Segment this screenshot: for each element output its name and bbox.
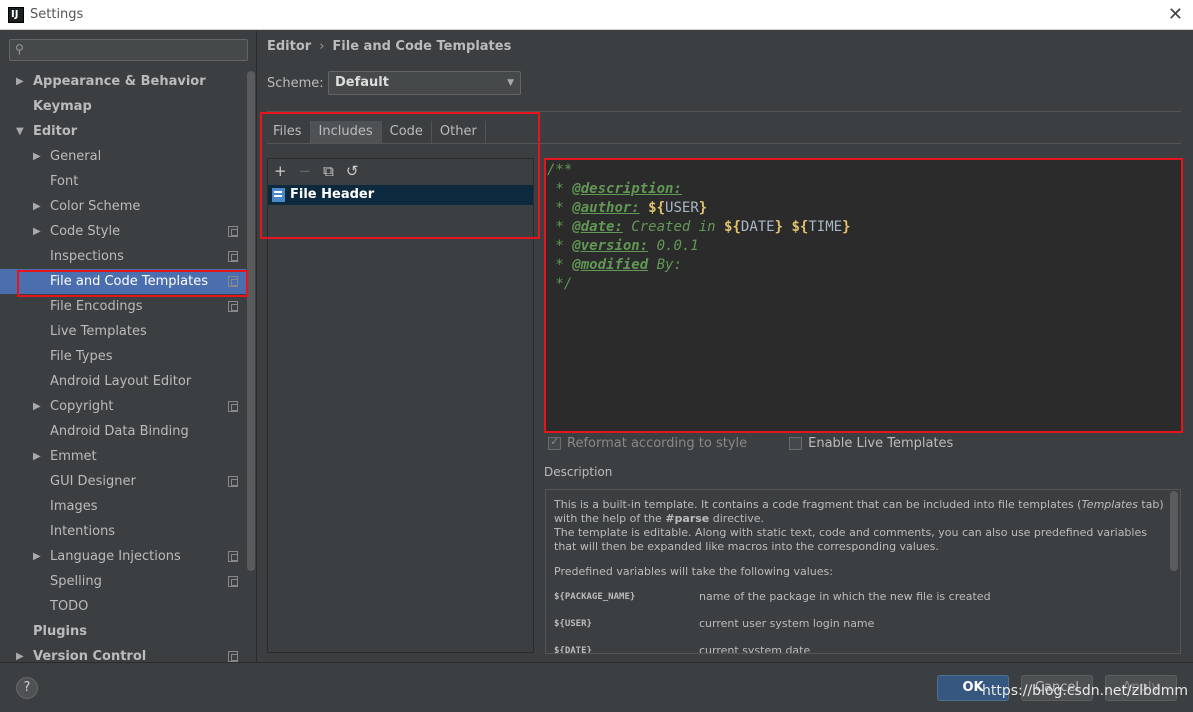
chevron-down-icon[interactable]: ▼ <box>16 119 24 144</box>
sidebar-item-editor[interactable]: ▼ Editor <box>0 119 246 144</box>
sidebar-item-inspections[interactable]: Inspections <box>0 244 246 269</box>
watermark: https://blog.csdn.net/zlbdmm <box>982 683 1189 699</box>
sidebar-item-appearance-behavior[interactable]: ▶ Appearance & Behavior <box>0 69 246 94</box>
sidebar-item-live-templates[interactable]: Live Templates <box>0 319 246 344</box>
sidebar-item-language-injections[interactable]: ▶ Language Injections <box>0 544 246 569</box>
breadcrumb-parent: Editor <box>267 39 312 54</box>
description-paragraph: This is a built-in template. It contains… <box>554 498 1164 553</box>
project-settings-icon <box>228 226 238 237</box>
sidebar-item-todo[interactable]: TODO <box>0 594 246 619</box>
chevron-down-icon: ▼ <box>507 78 514 88</box>
description-label: Description <box>544 465 613 479</box>
sidebar-item-label: Font <box>50 174 79 189</box>
sidebar-scrollbar[interactable] <box>247 71 255 571</box>
project-settings-icon <box>228 651 238 662</box>
sidebar-item-android-layout-editor[interactable]: Android Layout Editor <box>0 369 246 394</box>
sidebar-item-label: Images <box>50 499 98 514</box>
project-settings-icon <box>228 401 238 412</box>
settings-tree: ▶ Appearance & Behavior Keymap ▼ Editor ▶ Gene… <box>0 69 246 669</box>
scheme-dropdown[interactable]: Default ▼ <box>328 71 521 95</box>
sidebar-item-label: File Types <box>50 349 113 364</box>
sidebar-item-label: Inspections <box>50 249 124 264</box>
settings-sidebar: ⚲ ▶ Appearance & Behavior Keymap ▼ Editor ▶ Ge… <box>0 31 257 664</box>
variable-row: ${DATE} current system date <box>554 644 811 654</box>
sidebar-item-color-scheme[interactable]: ▶ Color Scheme <box>0 194 246 219</box>
highlight-box-editor <box>544 158 1183 433</box>
sidebar-item-label: Appearance & Behavior <box>33 74 206 89</box>
intellij-logo-icon: IJ <box>8 6 24 23</box>
search-icon: ⚲ <box>15 42 24 56</box>
sidebar-item-label: TODO <box>50 599 89 614</box>
project-settings-icon <box>228 576 238 587</box>
variable-row: ${PACKAGE_NAME} name of the package in wh… <box>554 590 991 603</box>
description-scrollbar[interactable] <box>1170 491 1178 571</box>
project-settings-icon <box>228 476 238 487</box>
highlight-box-sidebar <box>17 270 248 297</box>
sidebar-item-label: Live Templates <box>50 324 147 339</box>
sidebar-item-label: Android Data Binding <box>50 424 189 439</box>
sidebar-item-label: Color Scheme <box>50 199 141 214</box>
sidebar-item-file-encodings[interactable]: File Encodings <box>0 294 246 319</box>
close-icon[interactable]: ✕ <box>1168 4 1183 25</box>
live-templates-label: Enable Live Templates <box>808 435 954 451</box>
sidebar-item-label: Keymap <box>33 99 92 114</box>
sidebar-item-spelling[interactable]: Spelling <box>0 569 246 594</box>
reformat-label: Reformat according to style <box>567 435 748 451</box>
template-options: Reformat according to style Enable Live … <box>548 433 953 453</box>
sidebar-item-gui-designer[interactable]: GUI Designer <box>0 469 246 494</box>
sidebar-item-label: File Encodings <box>50 299 143 314</box>
sidebar-item-label: Copyright <box>50 399 114 414</box>
sidebar-item-label: Code Style <box>50 224 121 239</box>
sidebar-item-label: Editor <box>33 124 78 139</box>
scheme-label: Scheme: <box>267 76 324 91</box>
sidebar-item-intentions[interactable]: Intentions <box>0 519 246 544</box>
live-templates-checkbox[interactable]: Enable Live Templates <box>789 436 953 451</box>
variable-row: ${USER} current user system login name <box>554 617 875 630</box>
chevron-right-icon[interactable]: ▶ <box>33 394 41 419</box>
description-paragraph: Predefined variables will take the follo… <box>554 565 833 578</box>
sidebar-item-label: General <box>50 149 102 164</box>
sidebar-item-label: Spelling <box>50 574 102 589</box>
scheme-value: Default <box>335 75 389 90</box>
help-button[interactable]: ? <box>16 677 38 699</box>
breadcrumb-current: File and Code Templates <box>332 39 512 54</box>
chevron-right-icon[interactable]: ▶ <box>33 544 41 569</box>
breadcrumb-separator: › <box>319 39 325 54</box>
sidebar-item-emmet[interactable]: ▶ Emmet <box>0 444 246 469</box>
sidebar-item-label: Language Injections <box>50 549 181 564</box>
sidebar-item-images[interactable]: Images <box>0 494 246 519</box>
sidebar-item-label: Plugins <box>33 624 87 639</box>
highlight-box-tabs <box>260 112 540 239</box>
breadcrumb: Editor › File and Code Templates <box>267 39 511 54</box>
sidebar-item-code-style[interactable]: ▶ Code Style <box>0 219 246 244</box>
sidebar-item-android-data-binding[interactable]: Android Data Binding <box>0 419 246 444</box>
sidebar-item-file-types[interactable]: File Types <box>0 344 246 369</box>
sidebar-item-font[interactable]: Font <box>0 169 246 194</box>
project-settings-icon <box>228 251 238 262</box>
chevron-right-icon[interactable]: ▶ <box>16 69 24 94</box>
sidebar-item-label: Emmet <box>50 449 97 464</box>
project-settings-icon <box>228 551 238 562</box>
window-titlebar: IJ Settings ✕ <box>0 0 1193 30</box>
checkbox-checked-icon <box>548 435 561 450</box>
chevron-right-icon[interactable]: ▶ <box>33 219 41 244</box>
project-settings-icon <box>228 301 238 312</box>
description-panel: This is a built-in template. It contains… <box>545 489 1181 654</box>
chevron-right-icon[interactable]: ▶ <box>33 144 41 169</box>
chevron-right-icon[interactable]: ▶ <box>33 194 41 219</box>
sidebar-item-label: GUI Designer <box>50 474 136 489</box>
sidebar-item-copyright[interactable]: ▶ Copyright <box>0 394 246 419</box>
dialog-button-bar: ? OK Cancel Apply https://blog.csdn.net/… <box>0 662 1193 712</box>
sidebar-item-keymap[interactable]: Keymap <box>0 94 246 119</box>
sidebar-item-plugins[interactable]: Plugins <box>0 619 246 644</box>
sidebar-item-label: Intentions <box>50 524 116 539</box>
window-title: Settings <box>30 7 84 22</box>
checkbox-empty-icon <box>789 436 803 450</box>
search-input[interactable]: ⚲ <box>9 39 248 61</box>
reformat-checkbox[interactable]: Reformat according to style <box>548 435 748 451</box>
sidebar-item-general[interactable]: ▶ General <box>0 144 246 169</box>
sidebar-item-label: Android Layout Editor <box>50 374 192 389</box>
chevron-right-icon[interactable]: ▶ <box>33 444 41 469</box>
